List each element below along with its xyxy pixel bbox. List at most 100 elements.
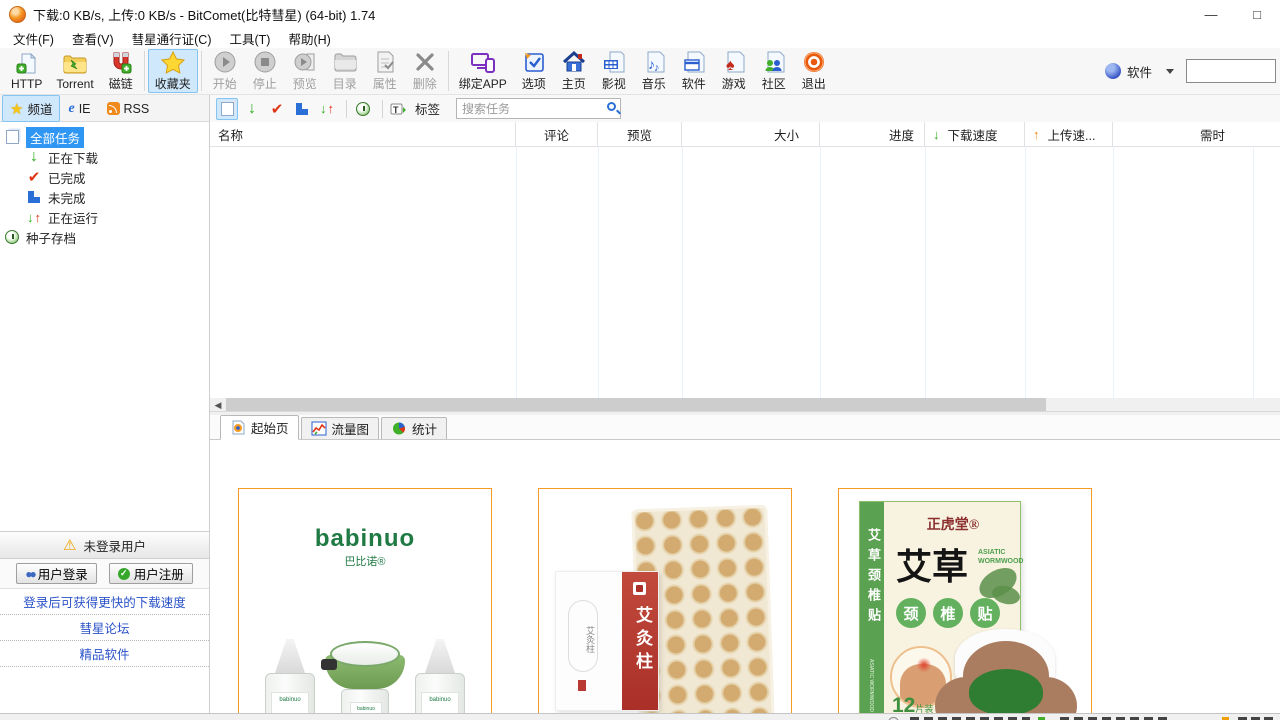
ad3-badge-row: 颈 椎 贴 <box>896 598 1000 628</box>
task-search-input[interactable] <box>456 98 621 119</box>
tag-button[interactable]: T <box>388 98 410 120</box>
filter-unfinished-button[interactable] <box>291 98 313 120</box>
search-icon[interactable] <box>607 102 616 111</box>
star-icon <box>160 50 186 74</box>
sidebar-item-downloading[interactable]: ↓ 正在下载 <box>0 147 209 167</box>
favorites-button[interactable]: 收藏夹 <box>148 49 198 93</box>
toolbar-separator <box>448 51 449 91</box>
tab-ie[interactable]: e IE <box>60 97 98 121</box>
spade-doc-icon: ♠ <box>721 50 747 74</box>
login-button[interactable]: ●● 用户登录 <box>16 563 97 584</box>
main-toolbar: HTTP Torrent 磁链 收藏夹 开始 <box>0 48 1280 95</box>
register-button[interactable]: ✓ 用户注册 <box>109 563 193 584</box>
title-bar: 下载:0 KB/s, 上传:0 KB/s - BitComet(比特彗星) (6… <box>0 0 1280 28</box>
properties-button[interactable]: 属性 <box>365 49 405 93</box>
menu-passport[interactable]: 彗星通行证(C) <box>123 27 221 50</box>
games-button[interactable]: ♠ 游戏 <box>714 49 754 93</box>
magnet-link-button[interactable]: 磁链 <box>101 49 141 93</box>
properties-icon <box>372 50 398 74</box>
bind-app-button[interactable]: 绑定APP <box>452 49 514 93</box>
menu-file[interactable]: 文件(F) <box>4 27 63 50</box>
delete-button[interactable]: 删除 <box>405 49 445 93</box>
link-featured-software[interactable]: 精品软件 <box>0 641 209 667</box>
film-doc-icon <box>601 50 627 74</box>
exit-button[interactable]: 退出 <box>794 49 834 93</box>
column-comments[interactable]: 评论 <box>516 122 598 146</box>
software-button[interactable]: 软件 <box>674 49 714 93</box>
user-panel: ⚠ 未登录用户 ●● 用户登录 ✓ 用户注册 登录后可获得更快的下载速度 彗星论… <box>0 531 209 667</box>
music-button[interactable]: ♪♪ 音乐 <box>634 49 674 93</box>
people-doc-icon <box>761 50 787 74</box>
search-category-label[interactable]: 软件 <box>1127 62 1152 81</box>
menu-bar: 文件(F) 查看(V) 彗星通行证(C) 工具(T) 帮助(H) <box>0 28 1280 48</box>
menu-view[interactable]: 查看(V) <box>63 27 123 50</box>
home-icon <box>561 50 587 74</box>
open-folder-button[interactable]: 目录 <box>325 49 365 93</box>
ad-card-moxa[interactable]: 艾灸柱 艾灸柱 <box>538 488 792 720</box>
open-torrent-button[interactable]: Torrent <box>49 49 100 93</box>
secondary-bar: ★ 频道 e IE RSS ↓ ✔ ↓↑ <box>0 95 1280 122</box>
sidebar-tab-strip: ★ 频道 e IE RSS <box>0 95 210 122</box>
column-upload-speed[interactable]: ↑ 上传速... <box>1025 122 1113 146</box>
filter-separator <box>346 100 347 118</box>
filter-active-button[interactable]: ↓↑ <box>316 98 338 120</box>
tab-start-page[interactable]: 起始页 <box>220 415 299 440</box>
traffic-chart-icon <box>311 421 327 436</box>
filter-all-button[interactable] <box>216 98 238 120</box>
menu-tools[interactable]: 工具(T) <box>221 27 280 50</box>
music-doc-icon: ♪♪ <box>641 50 667 74</box>
minimize-button[interactable]: — <box>1188 0 1234 28</box>
start-button[interactable]: 开始 <box>205 49 245 93</box>
column-name[interactable]: 名称 <box>210 122 516 146</box>
sidebar-item-active[interactable]: ↓↑ 正在运行 <box>0 207 209 227</box>
download-arrow-icon: ↓ <box>248 101 256 117</box>
column-progress[interactable]: 进度 <box>820 122 925 146</box>
task-filter-bar: ↓ ✔ ↓↑ T 标签 <box>210 95 1280 122</box>
options-button[interactable]: 选项 <box>514 49 554 93</box>
check-circle-icon: ✓ <box>118 568 130 580</box>
column-preview[interactable]: 预览 <box>598 122 682 146</box>
maximize-button[interactable]: □ <box>1234 0 1280 28</box>
pages-icon <box>6 130 19 144</box>
tab-channel[interactable]: ★ 频道 <box>2 95 60 122</box>
options-icon <box>521 50 547 74</box>
stop-button[interactable]: 停止 <box>245 49 285 93</box>
task-list-body <box>210 147 1280 398</box>
ad-card-babinuo[interactable]: babinuo 巴比诺® babinuo babinuo babinuo <box>238 488 492 720</box>
menu-help[interactable]: 帮助(H) <box>279 27 339 50</box>
http-doc-icon <box>14 52 40 76</box>
web-search-input[interactable] <box>1186 59 1276 83</box>
sidebar-item-torrent-archive[interactable]: 种子存档 <box>0 227 209 247</box>
link-comet-forum[interactable]: 彗星论坛 <box>0 615 209 641</box>
toolbar-separator <box>201 51 202 91</box>
video-button[interactable]: 影视 <box>594 49 634 93</box>
chevron-down-icon[interactable] <box>1166 69 1174 74</box>
devices-icon <box>470 50 496 74</box>
archive-button[interactable] <box>352 98 374 120</box>
link-faster-download[interactable]: 登录后可获得更快的下载速度 <box>0 589 209 615</box>
tab-rss[interactable]: RSS <box>99 98 158 120</box>
filter-downloading-button[interactable]: ↓ <box>241 98 263 120</box>
sidebar-item-all-tasks[interactable]: 全部任务 <box>0 127 209 147</box>
ad2-spine-text: 艾灸柱 <box>630 606 655 675</box>
star-icon: ★ <box>10 100 23 118</box>
column-size[interactable]: 大小 <box>682 122 820 146</box>
preview-button[interactable]: 预览 <box>285 49 325 93</box>
tab-statistics[interactable]: 统计 <box>381 417 447 439</box>
filter-finished-button[interactable]: ✔ <box>266 98 288 120</box>
task-list: 名称 评论 预览 大小 进度 ↓ 下载速度 ↑ 上传速... 需时 <box>210 122 1280 413</box>
tab-traffic-chart[interactable]: 流量图 <box>301 417 380 439</box>
tag-label[interactable]: 标签 <box>415 99 440 118</box>
ad-card-wormwood-patch[interactable]: 艾草颈椎贴 ASIATIC WORMWOOD 正虎堂® 艾草 ASIATIC W… <box>838 488 1092 720</box>
column-download-speed[interactable]: ↓ 下载速度 <box>925 122 1025 146</box>
home-button[interactable]: 主页 <box>554 49 594 93</box>
clock-icon <box>356 102 370 116</box>
power-icon <box>801 50 827 74</box>
ie-icon: e <box>68 101 74 117</box>
updown-arrows-icon: ↓↑ <box>320 102 334 115</box>
community-button[interactable]: 社区 <box>754 49 794 93</box>
sidebar-item-finished[interactable]: ✔ 已完成 <box>0 167 209 187</box>
http-task-button[interactable]: HTTP <box>4 49 49 93</box>
column-eta[interactable]: 需时 <box>1113 122 1280 146</box>
sidebar-item-unfinished[interactable]: 未完成 <box>0 187 209 207</box>
